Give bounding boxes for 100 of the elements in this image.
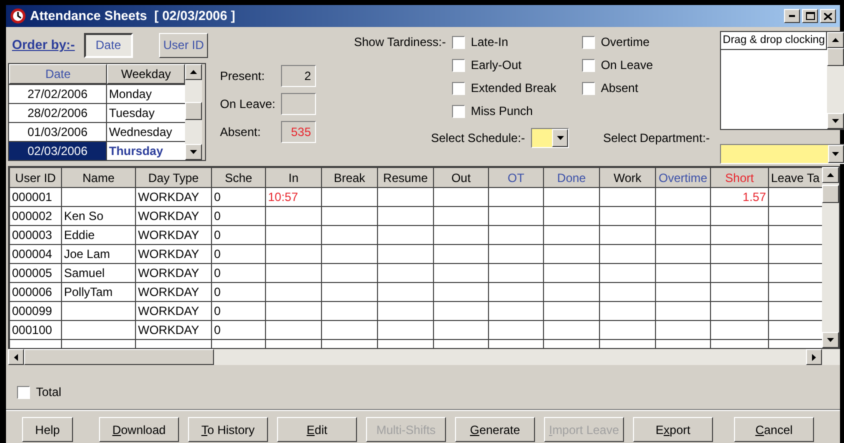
date-cell[interactable]: 02/03/2006	[9, 142, 107, 160]
scroll-down-button[interactable]	[185, 144, 202, 160]
scrollbar-thumb[interactable]	[826, 48, 844, 66]
action-button[interactable]: Cancel	[734, 417, 814, 442]
table-cell	[434, 244, 488, 264]
table-cell	[768, 206, 822, 226]
action-button[interactable]: Help	[22, 417, 73, 442]
scroll-up-button[interactable]	[826, 32, 844, 48]
dropdown-button[interactable]	[828, 145, 844, 163]
maximize-button[interactable]	[802, 9, 818, 23]
table-cell	[322, 282, 378, 302]
action-button[interactable]: Download	[99, 417, 179, 442]
column-header[interactable]: Weekday	[107, 64, 185, 84]
weekday-cell[interactable]: Tuesday	[107, 104, 185, 122]
table-cell	[544, 264, 600, 282]
column-header[interactable]: Date	[9, 64, 107, 84]
sort-button[interactable]: User ID	[159, 32, 208, 58]
clock-icon	[10, 8, 26, 24]
date-cell[interactable]: 01/03/2006	[9, 123, 107, 141]
dropdown[interactable]	[531, 128, 570, 148]
table-cell	[488, 302, 544, 320]
table-cell	[266, 206, 322, 226]
table-cell	[768, 226, 822, 244]
table-cell	[600, 244, 656, 264]
dropdown-button[interactable]	[552, 129, 568, 147]
weekday-cell[interactable]: Monday	[107, 85, 185, 103]
table-cell: 000006	[10, 282, 62, 302]
table-cell	[600, 282, 656, 302]
column-header[interactable]: In	[266, 168, 322, 188]
scroll-down-button[interactable]	[822, 332, 839, 348]
checkbox[interactable]	[582, 82, 595, 94]
checkbox[interactable]	[582, 58, 595, 72]
column-header[interactable]: Leave Ta	[768, 168, 822, 188]
column-header[interactable]: Resume	[378, 168, 434, 188]
count-field: 2	[281, 65, 316, 87]
column-header[interactable]: Done	[544, 168, 600, 188]
table-cell	[544, 302, 600, 320]
minimize-button[interactable]	[784, 9, 800, 23]
vertical-scrollbar[interactable]	[826, 32, 844, 129]
table-cell: 000004	[10, 244, 62, 264]
date-cell[interactable]: 27/02/2006	[9, 85, 107, 103]
checkbox[interactable]	[452, 104, 465, 118]
scroll-down-button[interactable]	[826, 113, 844, 129]
checkbox[interactable]	[452, 58, 465, 72]
close-button[interactable]	[820, 9, 836, 23]
table-cell: 0	[212, 302, 266, 320]
column-header[interactable]: Day Type	[136, 168, 212, 188]
action-button[interactable]: Edit	[277, 417, 357, 442]
table-cell: PollyTam	[62, 282, 136, 302]
table-cell	[322, 188, 378, 206]
table-cell	[322, 264, 378, 282]
column-header[interactable]: Out	[434, 168, 488, 188]
date-cell[interactable]: 28/02/2006	[9, 104, 107, 122]
column-header[interactable]: User ID	[10, 168, 62, 188]
checkbox-label: Extended Break	[470, 80, 556, 97]
checkbox[interactable]	[452, 82, 465, 94]
column-header[interactable]: Name	[62, 168, 136, 188]
table-cell: Samuel	[62, 264, 136, 282]
table-cell: 000001	[10, 188, 62, 206]
table-cell	[656, 226, 710, 244]
checkbox[interactable]	[17, 386, 30, 398]
table-cell	[322, 226, 378, 244]
column-header[interactable]: Overtime	[656, 168, 710, 188]
vertical-scrollbar[interactable]	[822, 167, 839, 348]
vertical-scrollbar[interactable]	[185, 64, 202, 160]
weekday-cell[interactable]: Thursday	[107, 142, 185, 160]
table-cell	[266, 264, 322, 282]
scrollbar-thumb[interactable]	[185, 102, 202, 120]
checkbox[interactable]	[582, 36, 595, 48]
table-cell: 0	[212, 264, 266, 282]
clocking-list[interactable]: Drag & drop clocking	[720, 31, 844, 130]
action-button[interactable]: Generate	[455, 417, 535, 442]
column-header[interactable]: OT	[488, 168, 544, 188]
column-header[interactable]: Break	[322, 168, 378, 188]
table-cell: 1.57	[710, 188, 768, 206]
scroll-up-button[interactable]	[822, 167, 839, 183]
table-cell: Ken So	[62, 206, 136, 226]
table-cell	[710, 264, 768, 282]
scroll-right-button[interactable]	[806, 349, 822, 365]
weekday-cell[interactable]: Wednesday	[107, 123, 185, 141]
table-cell: Joe Lam	[62, 244, 136, 264]
action-button[interactable]: To History	[188, 417, 268, 442]
checkbox[interactable]	[452, 36, 465, 48]
scrollbar-thumb[interactable]	[822, 185, 839, 203]
column-header[interactable]: Sche	[212, 168, 266, 188]
table-cell	[656, 282, 710, 302]
table-cell: WORKDAY	[136, 244, 212, 264]
up-arrow-icon	[190, 70, 197, 74]
table-cell	[488, 264, 544, 282]
minimize-icon	[789, 15, 795, 17]
table-cell	[434, 188, 488, 206]
up-arrow-icon	[832, 38, 839, 42]
action-button[interactable]: Export	[633, 417, 713, 442]
sort-button[interactable]: Date	[84, 32, 134, 58]
down-arrow-icon	[832, 119, 839, 123]
column-header[interactable]: Work	[600, 168, 656, 188]
scroll-left-button[interactable]	[8, 349, 24, 365]
horizontal-scrollbar-thumb[interactable]	[24, 349, 214, 365]
table-cell	[768, 264, 822, 282]
scroll-up-button[interactable]	[185, 64, 202, 80]
